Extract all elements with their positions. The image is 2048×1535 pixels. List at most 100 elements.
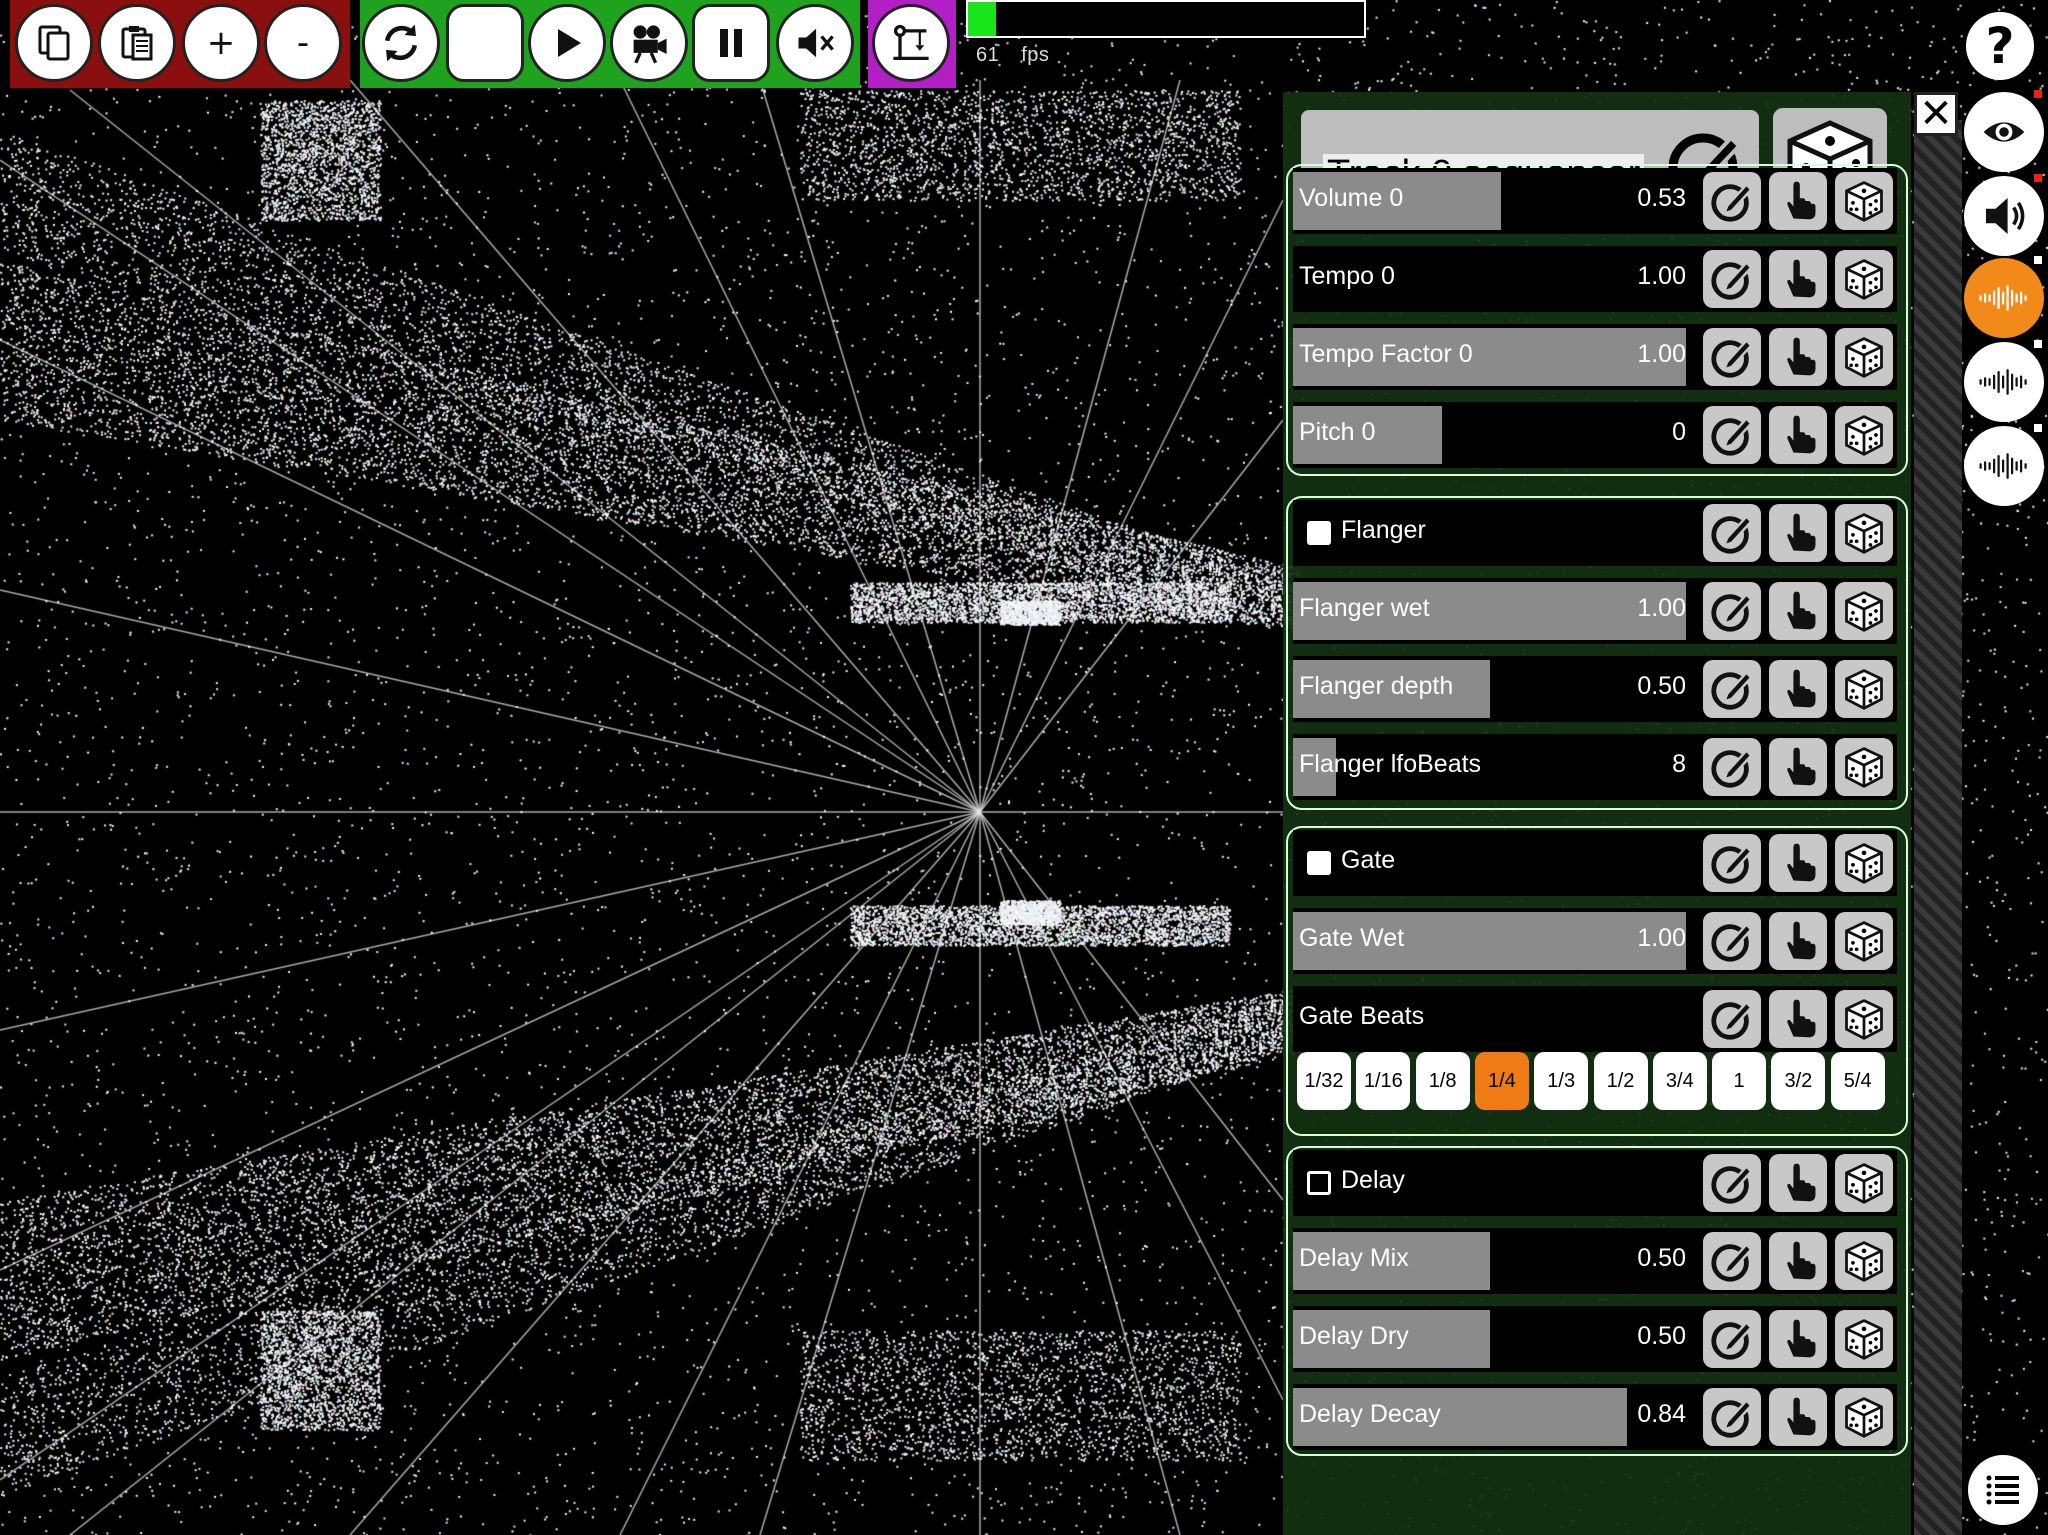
camera-button[interactable] [610, 4, 688, 82]
hand-button[interactable] [1769, 912, 1827, 970]
copy-button[interactable] [15, 4, 93, 82]
edit-button[interactable] [1703, 1310, 1761, 1368]
parameter-slider[interactable]: Pitch 0 0 [1293, 402, 1897, 468]
hand-button[interactable] [1769, 834, 1827, 892]
sync-button[interactable] [362, 4, 440, 82]
beat-option[interactable]: 1/3 [1534, 1052, 1589, 1110]
dice-button[interactable] [1835, 1232, 1893, 1290]
beat-option[interactable]: 3/4 [1652, 1052, 1707, 1110]
parameter-slider[interactable]: Tempo 0 1.00 [1293, 246, 1897, 312]
hand-button[interactable] [1769, 1154, 1827, 1212]
parameter-header[interactable]: Gate Beats [1293, 986, 1897, 1052]
dice-button[interactable] [1835, 1388, 1893, 1446]
dice-button[interactable] [1835, 990, 1893, 1048]
hand-button[interactable] [1769, 172, 1827, 230]
hand-icon [1775, 588, 1821, 634]
crane-button[interactable] [872, 4, 950, 82]
record-button[interactable] [446, 4, 524, 82]
waveform-2-button[interactable] [1964, 342, 2044, 422]
panel-scrollbar[interactable] [1914, 120, 1962, 1535]
dice-button[interactable] [1835, 1310, 1893, 1368]
dice-button[interactable] [1835, 250, 1893, 308]
parameter-slider[interactable]: Delay Dry 0.50 [1293, 1306, 1897, 1372]
edit-button[interactable] [1703, 990, 1761, 1048]
beat-option[interactable]: 1/4 [1474, 1052, 1529, 1110]
effect-toggle-row[interactable]: Flanger [1293, 500, 1897, 566]
beat-option[interactable]: 3/2 [1771, 1052, 1826, 1110]
edit-button[interactable] [1703, 1388, 1761, 1446]
edit-button[interactable] [1703, 406, 1761, 464]
edit-button[interactable] [1703, 912, 1761, 970]
dice-button[interactable] [1835, 912, 1893, 970]
hand-button[interactable] [1769, 1232, 1827, 1290]
pause-button[interactable] [692, 4, 770, 82]
list-button[interactable] [1968, 1455, 2038, 1525]
effect-toggle-row[interactable]: Delay [1293, 1150, 1897, 1216]
dice-button[interactable] [1835, 1154, 1893, 1212]
beat-option[interactable]: 5/4 [1830, 1052, 1885, 1110]
hand-button[interactable] [1769, 406, 1827, 464]
dice-button[interactable] [1835, 328, 1893, 386]
dice-button[interactable] [1835, 834, 1893, 892]
edit-button[interactable] [1703, 660, 1761, 718]
effect-checkbox[interactable] [1307, 1171, 1331, 1195]
hand-button[interactable] [1769, 582, 1827, 640]
parameter-slider[interactable]: Delay Decay 0.84 [1293, 1384, 1897, 1450]
waveform-1-button[interactable] [1964, 258, 2044, 338]
view-button[interactable] [1964, 92, 2044, 172]
edit-button[interactable] [1703, 250, 1761, 308]
fps-label: fps [1021, 44, 1050, 66]
edit-button[interactable] [1703, 738, 1761, 796]
edit-button[interactable] [1703, 504, 1761, 562]
dice-button[interactable] [1835, 582, 1893, 640]
hand-button[interactable] [1769, 660, 1827, 718]
edit-button[interactable] [1703, 834, 1761, 892]
parameter-slider[interactable]: Delay Mix 0.50 [1293, 1228, 1897, 1294]
play-button[interactable] [528, 4, 606, 82]
parameter-slider[interactable]: Tempo Factor 0 1.00 [1293, 324, 1897, 390]
paste-button[interactable] [98, 4, 176, 82]
hand-button[interactable] [1769, 1310, 1827, 1368]
beat-option[interactable]: 1/16 [1356, 1052, 1411, 1110]
dice-button[interactable] [1835, 738, 1893, 796]
parameter-slider[interactable]: Flanger wet 1.00 [1293, 578, 1897, 644]
close-button[interactable]: ✕ [1914, 92, 1958, 136]
beat-option[interactable]: 1/8 [1415, 1052, 1470, 1110]
slider-value: 0.50 [1637, 672, 1686, 700]
dice-button[interactable] [1835, 504, 1893, 562]
edit-button[interactable] [1703, 328, 1761, 386]
hand-button[interactable] [1769, 504, 1827, 562]
indicator-dot [2034, 256, 2042, 264]
hand-button[interactable] [1769, 1388, 1827, 1446]
hand-button[interactable] [1769, 738, 1827, 796]
beat-option[interactable]: 1 [1712, 1052, 1767, 1110]
add-button[interactable]: + [182, 4, 260, 82]
remove-button[interactable]: - [264, 4, 342, 82]
hand-button[interactable] [1769, 328, 1827, 386]
parameter-slider[interactable]: Volume 0 0.53 [1293, 168, 1897, 234]
waveform-3-button[interactable] [1964, 426, 2044, 506]
beat-option[interactable]: 1/2 [1593, 1052, 1648, 1110]
parameter-slider[interactable]: Gate Wet 1.00 [1293, 908, 1897, 974]
speaker-icon [1980, 192, 2028, 240]
dice-button[interactable] [1835, 660, 1893, 718]
gate-beats-selector: 1/32 1/16 1/8 1/4 1/3 1/2 3/4 1 3/2 5/4 [1293, 1052, 1897, 1118]
hand-button[interactable] [1769, 990, 1827, 1048]
beat-option[interactable]: 1/32 [1297, 1052, 1351, 1110]
edit-button[interactable] [1703, 1154, 1761, 1212]
eye-icon [1980, 108, 2028, 156]
parameter-slider[interactable]: Flanger depth 0.50 [1293, 656, 1897, 722]
edit-button[interactable] [1703, 582, 1761, 640]
dice-button[interactable] [1835, 406, 1893, 464]
sound-button[interactable] [1964, 176, 2044, 256]
edit-button[interactable] [1703, 1232, 1761, 1290]
help-button[interactable]: ? [1966, 12, 2034, 80]
dice-button[interactable] [1835, 172, 1893, 230]
parameter-slider[interactable]: Flanger lfoBeats 8 [1293, 734, 1897, 800]
effect-checkbox[interactable] [1307, 521, 1331, 545]
effect-checkbox[interactable] [1307, 851, 1331, 875]
effect-toggle-row[interactable]: Gate [1293, 830, 1897, 896]
mute-button[interactable] [776, 4, 854, 82]
hand-button[interactable] [1769, 250, 1827, 308]
edit-button[interactable] [1703, 172, 1761, 230]
